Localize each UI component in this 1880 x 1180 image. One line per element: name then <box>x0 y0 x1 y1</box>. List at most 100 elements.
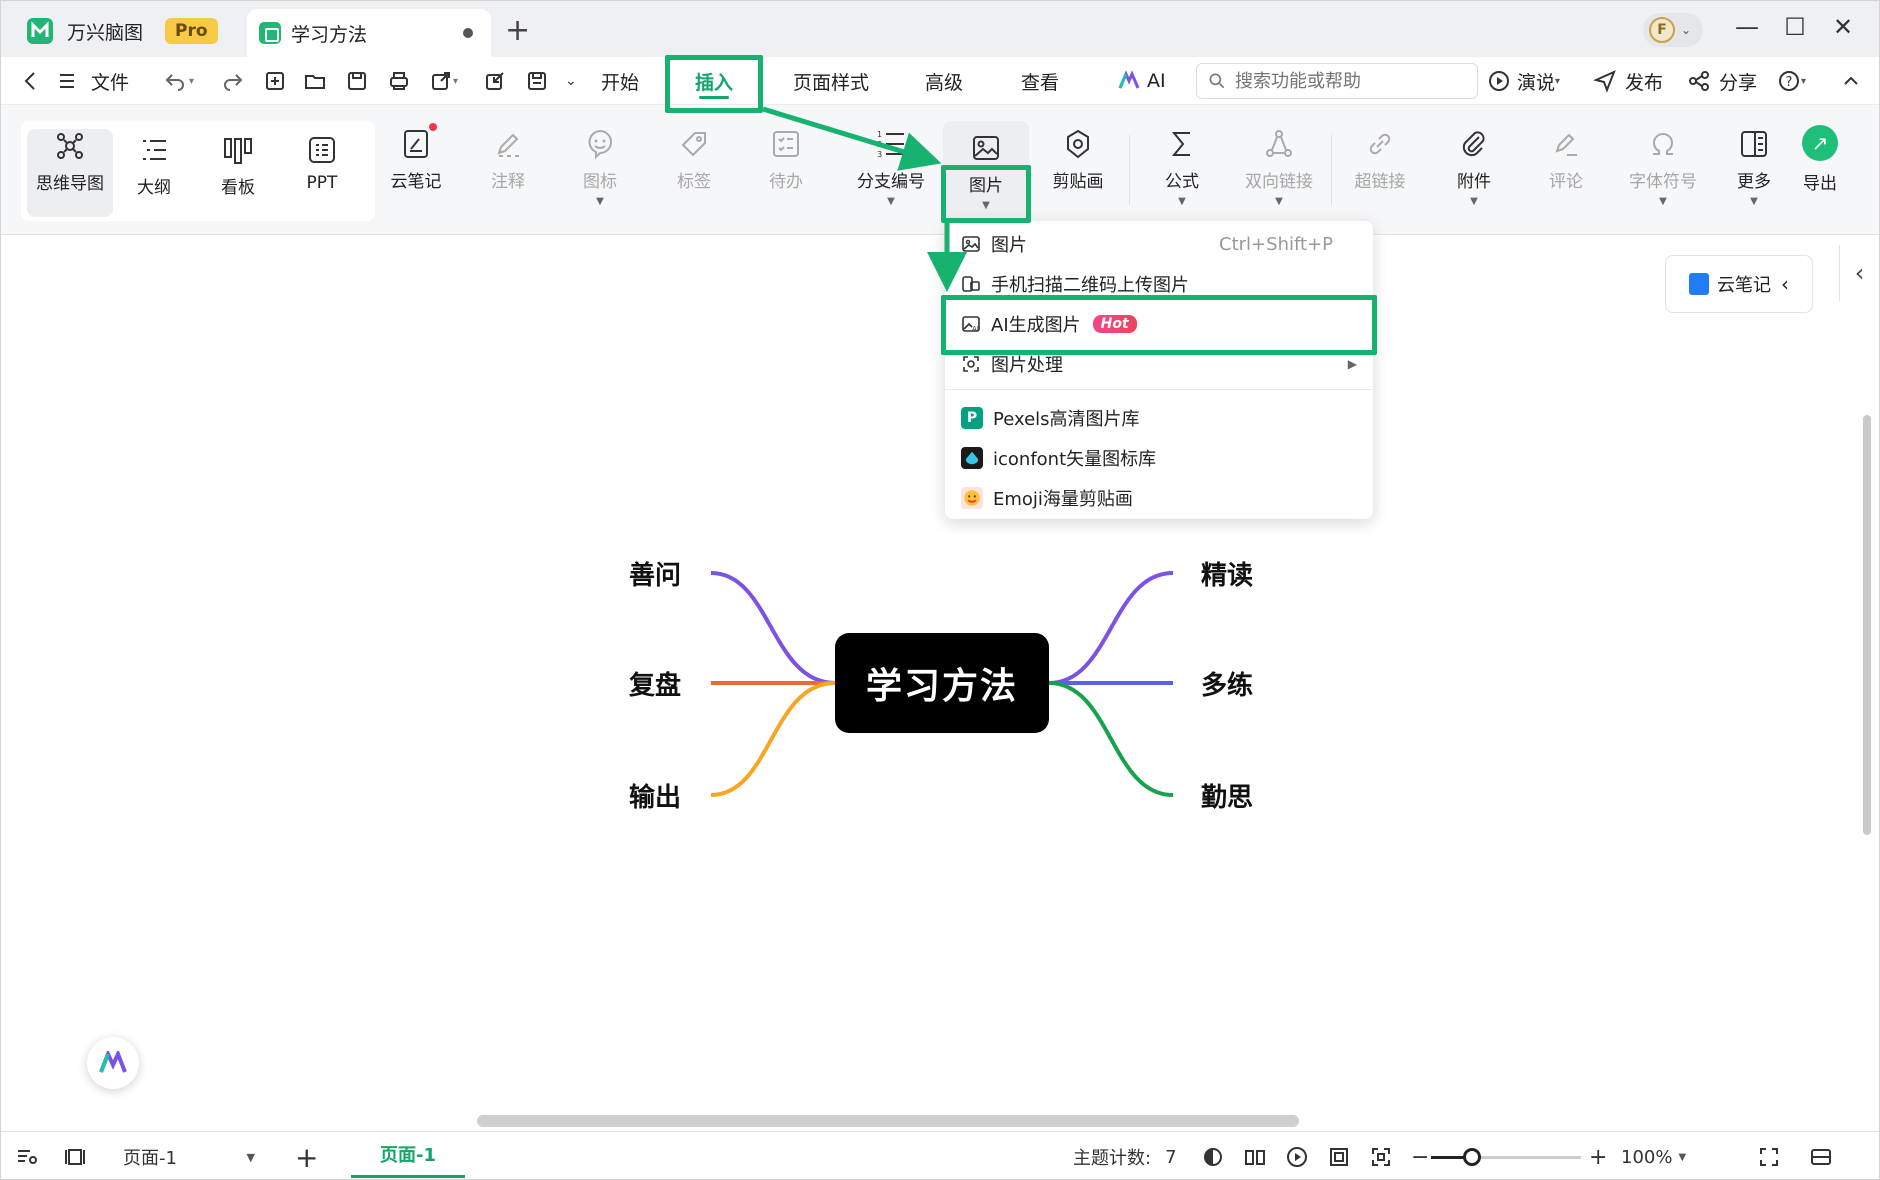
save-as-icon[interactable] <box>525 57 549 105</box>
menu-item-pexels[interactable]: P Pexels高清图片库 <box>961 399 1361 437</box>
book-view-icon[interactable] <box>1243 1132 1267 1179</box>
topic-right-3[interactable]: 勤思 <box>1201 777 1253 814</box>
page-tab-active[interactable]: 页面-1 <box>351 1132 465 1178</box>
fit-screen-icon[interactable] <box>1369 1132 1393 1179</box>
new-file-icon[interactable] <box>263 57 287 105</box>
clipart-button[interactable]: 剪贴画 <box>1035 127 1121 207</box>
todo-button[interactable]: 待办 <box>743 127 829 207</box>
export-button[interactable]: ↗ 导出 <box>1777 125 1863 205</box>
tag-label: 标签 <box>677 172 711 192</box>
tag-button[interactable]: 标签 <box>651 127 737 207</box>
menu-item-emoji[interactable]: Emoji海量剪贴画 <box>961 479 1361 517</box>
ai-assistant-button[interactable] <box>87 1037 139 1089</box>
fit-page-icon[interactable] <box>1327 1132 1351 1179</box>
ribbon-divider <box>1331 135 1332 205</box>
topic-right-2[interactable]: 多练 <box>1201 665 1253 702</box>
chevron-left-icon: ‹ <box>1854 259 1865 287</box>
app-tab[interactable]: 万兴脑图 Pro <box>9 9 239 53</box>
checklist-icon <box>773 131 799 157</box>
menu-page-style[interactable]: 页面样式 <box>793 57 869 105</box>
add-page-button[interactable]: + <box>295 1132 318 1179</box>
numbering-button[interactable]: 123 分支编号 ▼ <box>839 127 943 207</box>
play-icon[interactable] <box>1285 1132 1309 1179</box>
theme-icon[interactable] <box>1201 1132 1225 1179</box>
collapse-ribbon-icon[interactable] <box>1839 57 1863 105</box>
zoom-slider[interactable] <box>1431 1148 1581 1166</box>
publish-button[interactable]: 发布 <box>1593 57 1663 105</box>
cloud-note-panel-button[interactable]: 云笔记 ‹ <box>1665 255 1813 313</box>
search-input[interactable] <box>1235 70 1455 92</box>
page-view-icon[interactable] <box>63 1132 87 1179</box>
symbol-button[interactable]: 字体符号 ▼ <box>1615 127 1711 207</box>
mindmap-view-button[interactable]: 思维导图 <box>27 129 113 217</box>
new-tab-button[interactable]: + <box>505 13 530 48</box>
menu-item-iconfont[interactable]: iconfont矢量图标库 <box>961 439 1361 477</box>
undo-icon[interactable]: ▾ <box>163 57 194 105</box>
ppt-view-button[interactable]: PPT <box>279 133 365 213</box>
close-icon[interactable]: ✕ <box>1823 13 1863 41</box>
pro-badge[interactable]: Pro <box>165 18 218 44</box>
menu-start[interactable]: 开始 <box>601 57 639 105</box>
side-panel-toggle[interactable]: ‹ <box>1839 245 1879 301</box>
redo-icon[interactable] <box>221 57 245 105</box>
menu-view[interactable]: 查看 <box>1021 57 1059 105</box>
export-share-icon[interactable]: ▾ <box>429 57 458 105</box>
numbering-label: 分支编号 <box>857 172 925 192</box>
central-topic[interactable]: 学习方法 <box>835 633 1049 733</box>
hyperlink-button[interactable]: 超链接 <box>1337 127 1423 207</box>
document-tab[interactable]: 学习方法 <box>247 9 491 57</box>
page-select[interactable]: 页面-1 ▼ <box>111 1132 261 1179</box>
menu-ai[interactable]: AI <box>1117 57 1166 105</box>
cloud-note-panel-label: 云笔记 <box>1717 275 1771 296</box>
user-avatar[interactable]: F ⌄ <box>1643 13 1703 47</box>
page-select-value: 页面-1 <box>123 1148 177 1169</box>
outline-view-button[interactable]: 大纲 <box>111 133 197 213</box>
cloud-note-button[interactable]: 云笔记 <box>373 123 459 207</box>
back-icon[interactable] <box>19 57 43 105</box>
topic-right-1[interactable]: 精读 <box>1201 555 1253 592</box>
zoom-level[interactable]: 100% ▼ <box>1621 1132 1686 1179</box>
play-circle-icon <box>1489 71 1509 91</box>
zoom-slider-knob[interactable] <box>1463 1148 1481 1166</box>
note-button[interactable]: 注释 <box>465 127 551 207</box>
help-icon[interactable]: ? ▾ <box>1777 57 1806 105</box>
bilink-caret-icon: ▼ <box>1275 196 1283 207</box>
board-view-button[interactable]: 看板 <box>195 133 281 213</box>
open-folder-icon[interactable] <box>303 57 327 105</box>
mindmap-canvas[interactable]: 学习方法 善问 复盘 输出 精读 多练 勤思 云笔记 ‹ ‹ <box>1 235 1879 1131</box>
chevron-down-icon: ⌄ <box>1681 23 1692 37</box>
attachment-button[interactable]: 附件 ▼ <box>1431 127 1517 207</box>
print-icon[interactable] <box>387 57 411 105</box>
comment-button[interactable]: 评论 <box>1523 127 1609 207</box>
topic-left-2[interactable]: 复盘 <box>629 665 681 702</box>
topic-left-1[interactable]: 善问 <box>629 555 681 592</box>
maximize-icon[interactable]: ☐ <box>1775 13 1815 41</box>
search-icon <box>1209 73 1225 89</box>
hamburger-icon <box>60 74 74 88</box>
formula-button[interactable]: 公式 ▼ <box>1139 127 1225 207</box>
bilink-button[interactable]: 双向链接 ▼ <box>1231 127 1327 207</box>
search-box[interactable] <box>1196 63 1478 99</box>
numbering-caret-icon: ▼ <box>887 196 895 207</box>
zoom-out-button[interactable]: − <box>1411 1132 1429 1179</box>
share-button[interactable]: 分享 <box>1687 57 1757 105</box>
vertical-scrollbar[interactable] <box>1863 415 1871 835</box>
menu-item-image[interactable]: 图片 Ctrl+Shift+P <box>961 225 1361 263</box>
present-button[interactable]: 演说 ▾ <box>1487 57 1560 105</box>
icon-button[interactable]: 图标 ▼ <box>557 127 643 207</box>
collapse-panel-icon[interactable] <box>1809 1132 1833 1179</box>
file-menu[interactable]: 文件 <box>55 57 129 105</box>
import-icon[interactable] <box>483 57 507 105</box>
horizontal-scrollbar[interactable] <box>477 1115 1299 1127</box>
fullscreen-icon[interactable] <box>1757 1132 1781 1179</box>
page-list-icon[interactable] <box>15 1132 39 1179</box>
save-icon[interactable] <box>345 57 369 105</box>
topic-left-3[interactable]: 输出 <box>629 777 681 814</box>
link-icon <box>1369 133 1391 155</box>
unsaved-dot-icon[interactable] <box>463 28 473 38</box>
menu-advanced[interactable]: 高级 <box>925 57 963 105</box>
minimize-icon[interactable]: — <box>1727 13 1767 41</box>
ppt-icon <box>309 137 335 163</box>
zoom-in-button[interactable]: + <box>1589 1132 1607 1179</box>
more-quick-icon[interactable]: ⌄ <box>565 57 577 105</box>
